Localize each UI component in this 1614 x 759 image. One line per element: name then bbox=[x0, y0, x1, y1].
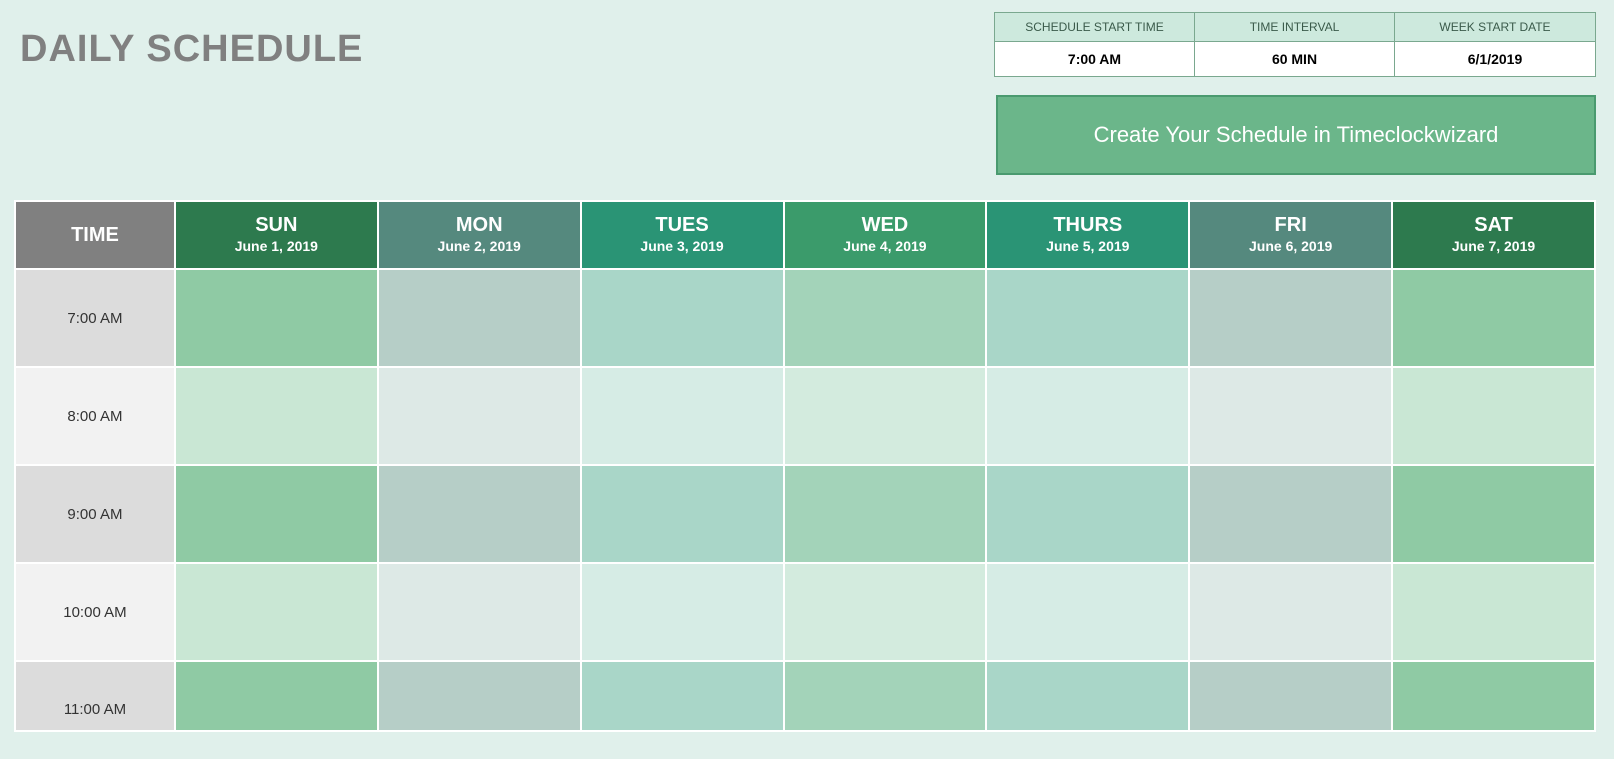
settings-header: WEEK START DATE bbox=[1395, 13, 1595, 42]
time-label: 9:00 AM bbox=[15, 465, 175, 563]
schedule-cell[interactable] bbox=[1392, 269, 1595, 367]
settings-col-time-interval: TIME INTERVAL 60 MIN bbox=[1195, 13, 1395, 76]
day-header-sat: SAT June 7, 2019 bbox=[1392, 201, 1595, 269]
schedule-cell[interactable] bbox=[784, 465, 987, 563]
schedule-cell[interactable] bbox=[581, 367, 784, 465]
day-abbr: WED bbox=[785, 213, 986, 237]
schedule-cell[interactable] bbox=[378, 661, 581, 731]
schedule-cell[interactable] bbox=[1392, 661, 1595, 731]
day-abbr: THURS bbox=[987, 213, 1188, 237]
schedule-cell[interactable] bbox=[784, 269, 987, 367]
day-header-sun: SUN June 1, 2019 bbox=[175, 201, 378, 269]
settings-col-start-time: SCHEDULE START TIME 7:00 AM bbox=[995, 13, 1195, 76]
schedule-table: TIME SUN June 1, 2019 MON June 2, 2019 T… bbox=[14, 200, 1596, 732]
day-header-thurs: THURS June 5, 2019 bbox=[986, 201, 1189, 269]
settings-header: TIME INTERVAL bbox=[1195, 13, 1394, 42]
day-header-mon: MON June 2, 2019 bbox=[378, 201, 581, 269]
day-date: June 7, 2019 bbox=[1393, 237, 1594, 257]
settings-value[interactable]: 7:00 AM bbox=[995, 42, 1194, 76]
time-label: 10:00 AM bbox=[15, 563, 175, 661]
schedule-cell[interactable] bbox=[986, 269, 1189, 367]
day-abbr: FRI bbox=[1190, 213, 1391, 237]
table-row: 9:00 AM bbox=[15, 465, 1595, 563]
header-row: TIME SUN June 1, 2019 MON June 2, 2019 T… bbox=[15, 201, 1595, 269]
schedule-cell[interactable] bbox=[378, 269, 581, 367]
day-abbr: MON bbox=[379, 213, 580, 237]
schedule-cell[interactable] bbox=[175, 367, 378, 465]
day-date: June 2, 2019 bbox=[379, 237, 580, 257]
schedule-cell[interactable] bbox=[986, 367, 1189, 465]
schedule-cell[interactable] bbox=[986, 661, 1189, 731]
schedule-cell[interactable] bbox=[1392, 367, 1595, 465]
schedule-cell[interactable] bbox=[175, 563, 378, 661]
day-date: June 3, 2019 bbox=[582, 237, 783, 257]
schedule-cell[interactable] bbox=[175, 269, 378, 367]
day-header-tues: TUES June 3, 2019 bbox=[581, 201, 784, 269]
schedule-cell[interactable] bbox=[1189, 661, 1392, 731]
schedule-cell[interactable] bbox=[581, 269, 784, 367]
schedule-cell[interactable] bbox=[378, 563, 581, 661]
table-row: 11:00 AM bbox=[15, 661, 1595, 731]
day-abbr: SUN bbox=[176, 213, 377, 237]
settings-value[interactable]: 60 MIN bbox=[1195, 42, 1394, 76]
time-label: 7:00 AM bbox=[15, 269, 175, 367]
schedule-cell[interactable] bbox=[175, 661, 378, 731]
time-label: 8:00 AM bbox=[15, 367, 175, 465]
schedule-cell[interactable] bbox=[1392, 465, 1595, 563]
settings-table: SCHEDULE START TIME 7:00 AM TIME INTERVA… bbox=[994, 12, 1596, 77]
schedule-cell[interactable] bbox=[378, 367, 581, 465]
day-date: June 1, 2019 bbox=[176, 237, 377, 257]
schedule-cell[interactable] bbox=[1189, 367, 1392, 465]
page-title: DAILY SCHEDULE bbox=[20, 28, 363, 71]
table-row: 7:00 AM bbox=[15, 269, 1595, 367]
schedule-cell[interactable] bbox=[175, 465, 378, 563]
day-header-fri: FRI June 6, 2019 bbox=[1189, 201, 1392, 269]
schedule-cell[interactable] bbox=[378, 465, 581, 563]
day-abbr: TUES bbox=[582, 213, 783, 237]
schedule-cell[interactable] bbox=[1189, 269, 1392, 367]
settings-col-week-start-date: WEEK START DATE 6/1/2019 bbox=[1395, 13, 1595, 76]
settings-value[interactable]: 6/1/2019 bbox=[1395, 42, 1595, 76]
schedule-cell[interactable] bbox=[1189, 563, 1392, 661]
schedule-cell[interactable] bbox=[784, 367, 987, 465]
schedule-cell[interactable] bbox=[581, 563, 784, 661]
day-date: June 5, 2019 bbox=[987, 237, 1188, 257]
day-date: June 4, 2019 bbox=[785, 237, 986, 257]
schedule-cell[interactable] bbox=[986, 465, 1189, 563]
schedule-cell[interactable] bbox=[784, 563, 987, 661]
day-header-wed: WED June 4, 2019 bbox=[784, 201, 987, 269]
table-row: 8:00 AM bbox=[15, 367, 1595, 465]
time-label: 11:00 AM bbox=[15, 661, 175, 731]
schedule-cell[interactable] bbox=[581, 465, 784, 563]
schedule-cell[interactable] bbox=[1392, 563, 1595, 661]
schedule-cell[interactable] bbox=[1189, 465, 1392, 563]
time-column-header: TIME bbox=[15, 201, 175, 269]
settings-header: SCHEDULE START TIME bbox=[995, 13, 1194, 42]
day-date: June 6, 2019 bbox=[1190, 237, 1391, 257]
day-abbr: SAT bbox=[1393, 213, 1594, 237]
schedule-cell[interactable] bbox=[986, 563, 1189, 661]
schedule-cell[interactable] bbox=[581, 661, 784, 731]
schedule-cell[interactable] bbox=[784, 661, 987, 731]
create-schedule-button[interactable]: Create Your Schedule in Timeclockwizard bbox=[996, 95, 1596, 175]
table-row: 10:00 AM bbox=[15, 563, 1595, 661]
